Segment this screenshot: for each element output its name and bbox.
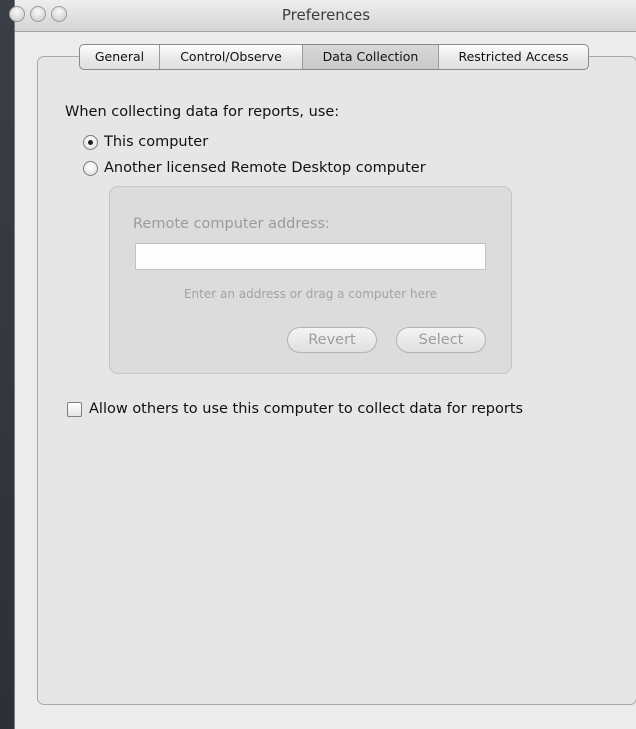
remote-address-hint: Enter an address or drag a computer here <box>183 287 438 301</box>
radio-remote-computer-row[interactable]: Another licensed Remote Desktop computer <box>83 158 426 178</box>
tab-panel <box>37 56 636 705</box>
radio-this-computer[interactable] <box>83 134 98 150</box>
allow-others-checkbox[interactable] <box>67 401 82 417</box>
tab-data-collection[interactable]: Data Collection <box>303 45 439 69</box>
title-bar[interactable]: Preferences <box>9 0 636 32</box>
preferences-window: Preferences General Control/Observe Data… <box>9 0 636 729</box>
tab-bar: General Control/Observe Data Collection … <box>79 44 589 70</box>
data-source-heading: When collecting data for reports, use: <box>65 104 340 120</box>
radio-this-computer-label[interactable]: This computer <box>104 134 208 150</box>
radio-this-computer-row[interactable]: This computer <box>83 132 208 152</box>
window-bottom-edge <box>15 713 636 729</box>
tab-general[interactable]: General <box>80 45 160 69</box>
remote-address-input[interactable] <box>135 243 486 270</box>
select-button[interactable]: Select <box>396 327 486 353</box>
revert-button[interactable]: Revert <box>287 327 377 353</box>
desktop-background-strip <box>0 0 14 729</box>
remote-address-label: Remote computer address: <box>133 216 330 232</box>
tab-control-observe[interactable]: Control/Observe <box>160 45 303 69</box>
allow-others-label[interactable]: Allow others to use this computer to col… <box>89 401 523 417</box>
radio-remote-computer-label[interactable]: Another licensed Remote Desktop computer <box>104 160 426 176</box>
tab-restricted-access[interactable]: Restricted Access <box>439 45 588 69</box>
radio-remote-computer[interactable] <box>83 160 98 176</box>
allow-others-row[interactable]: Allow others to use this computer to col… <box>67 398 523 420</box>
window-title: Preferences <box>281 6 371 24</box>
